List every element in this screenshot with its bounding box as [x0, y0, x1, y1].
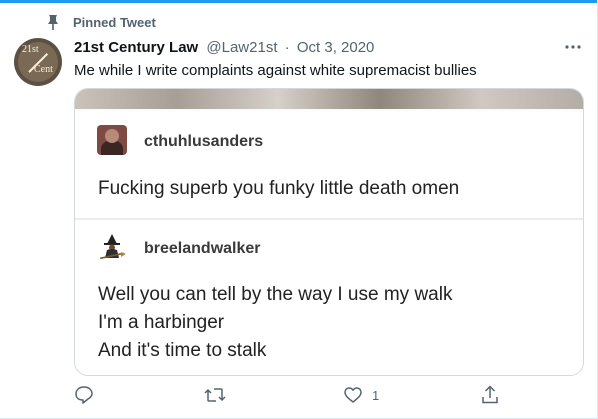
witch-avatar-icon — [97, 232, 127, 262]
share-icon — [482, 385, 498, 404]
avatar-text-top: 21st — [22, 44, 39, 55]
post-text: Fucking superb you funky little death om… — [98, 178, 460, 199]
post-text-block: Well you can tell by the way I use my wa… — [98, 281, 452, 365]
like-button[interactable] — [343, 385, 363, 405]
separator-dot: · — [284, 39, 290, 56]
display-name[interactable]: 21st Century Law — [74, 39, 198, 56]
user-handle[interactable]: @Law21st — [206, 39, 277, 56]
pinned-tweet-indicator: Pinned Tweet — [44, 12, 156, 32]
heart-icon — [344, 387, 362, 403]
retweet-button[interactable] — [203, 384, 227, 406]
post-username: breelandwalker — [144, 240, 261, 257]
post-text-line: I'm a harbinger — [98, 312, 225, 333]
avatar-text-bottom: Cent — [34, 64, 53, 75]
pinned-label: Pinned Tweet — [73, 14, 156, 30]
tweet-header: 21st Century Law @Law21st · Oct 3, 2020 — [74, 39, 374, 56]
pin-icon — [44, 13, 62, 31]
tweet-media-image[interactable]: cthuhlusanders Fucking superb you funky … — [74, 88, 584, 376]
reply-button[interactable] — [74, 384, 94, 406]
avatar[interactable]: 21st Cent — [14, 38, 62, 86]
like-count: 1 — [372, 388, 380, 403]
post-avatar — [97, 125, 127, 155]
embedded-post: cthuhlusanders Fucking superb you funky … — [75, 111, 583, 218]
top-accent-line — [0, 0, 598, 3]
share-button[interactable] — [480, 384, 500, 406]
post-text-line: Well you can tell by the way I use my wa… — [98, 284, 453, 305]
post-text-line: And it's time to stalk — [98, 340, 267, 361]
more-icon[interactable] — [562, 38, 584, 56]
embedded-post: breelandwalker Well you can tell by the … — [75, 220, 583, 375]
post-username: cthuhlusanders — [144, 133, 264, 150]
tweet-date[interactable]: Oct 3, 2020 — [297, 39, 375, 56]
tweet-text: Me while I write complaints against whit… — [74, 62, 477, 79]
reply-icon — [75, 386, 93, 404]
media-top-photo-strip — [75, 89, 583, 109]
retweet-icon — [204, 388, 226, 402]
